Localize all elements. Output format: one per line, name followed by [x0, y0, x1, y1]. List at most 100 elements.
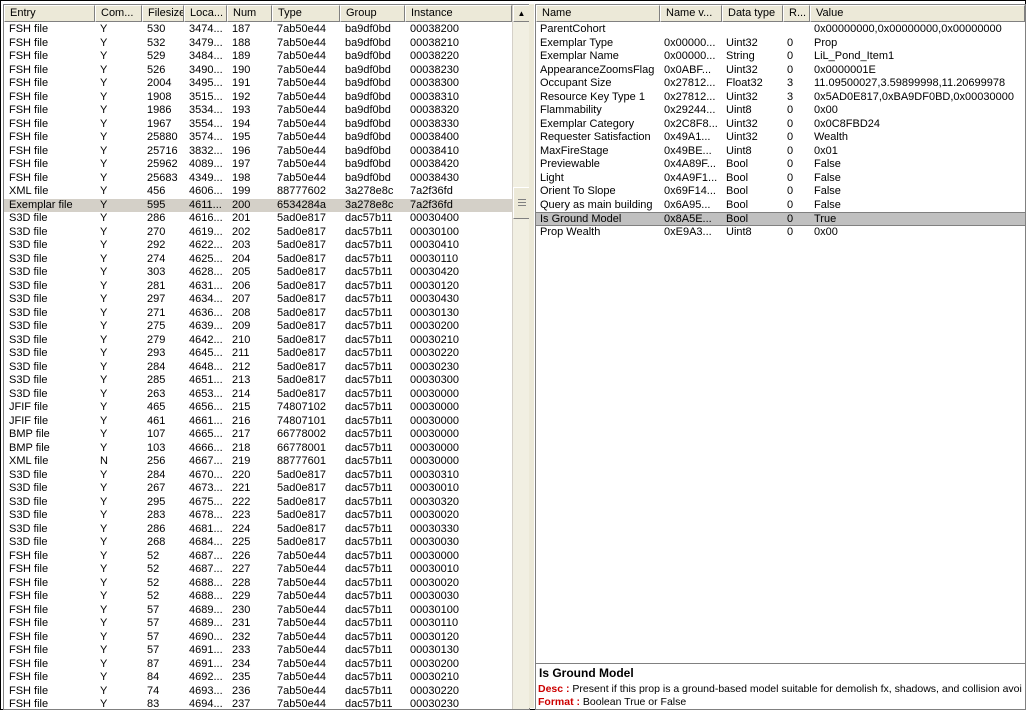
entry-row[interactable]: S3D file Y 295 4675... 222 5ad0e817 dac57b11 00…: [4, 496, 512, 510]
entry-row[interactable]: S3D file Y 283 4678... 223 5ad0e817 dac57b11 00…: [4, 509, 512, 523]
entry-row[interactable]: S3D file Y 268 4684... 225 5ad0e817 dac57b11 00…: [4, 536, 512, 550]
entry-row[interactable]: S3D file Y 284 4670... 220 5ad0e817 dac57b11 00…: [4, 469, 512, 483]
entry-type-cell: FSH file: [9, 50, 49, 62]
column-header-instance[interactable]: Instance: [405, 5, 512, 22]
entry-row[interactable]: S3D file Y 297 4634... 207 5ad0e817 dac57b11 00…: [4, 293, 512, 307]
compressed-cell: Y: [100, 212, 108, 224]
entry-row[interactable]: BMP file Y 103 4666... 218 66778001 dac57b11 00…: [4, 442, 512, 456]
entry-row[interactable]: FSH file Y 532 3479... 188 7ab50e44 ba9df0bd 00…: [4, 37, 512, 51]
group-id-cell: ba9df0bd: [345, 50, 391, 62]
entry-row[interactable]: BMP file Y 107 4665... 217 66778002 dac57b11 00…: [4, 428, 512, 442]
entry-row[interactable]: FSH file Y 57 4689... 230 7ab50e44 dac57b11 000…: [4, 604, 512, 618]
column-header-name[interactable]: Name: [536, 5, 660, 22]
entry-row[interactable]: S3D file Y 267 4673... 221 5ad0e817 dac57b11 00…: [4, 482, 512, 496]
entry-row[interactable]: S3D file Y 274 4625... 204 5ad0e817 dac57b11 00…: [4, 253, 512, 267]
column-header-data-type[interactable]: Data type: [722, 5, 783, 22]
entry-row[interactable]: FSH file Y 52 4688... 228 7ab50e44 dac57b11 000…: [4, 577, 512, 591]
property-row[interactable]: Query as main building 0x6A95... Bool 0 Fals…: [536, 199, 1025, 213]
property-row[interactable]: Light 0x4A9F1... Bool 0 False: [536, 172, 1025, 186]
entry-row[interactable]: FSH file Y 526 3490... 190 7ab50e44 ba9df0bd 00…: [4, 64, 512, 78]
column-header-reps[interactable]: R...: [783, 5, 810, 22]
entry-row[interactable]: FSH file Y 25962 4089... 197 7ab50e44 ba9df0bd…: [4, 158, 512, 172]
entry-row[interactable]: S3D file Y 275 4639... 209 5ad0e817 dac57b11 00…: [4, 320, 512, 334]
entry-row[interactable]: FSH file Y 1908 3515... 192 7ab50e44 ba9df0bd 0…: [4, 91, 512, 105]
column-header-location[interactable]: Loca...: [184, 5, 227, 22]
entry-row[interactable]: FSH file Y 25880 3574... 195 7ab50e44 ba9df0bd…: [4, 131, 512, 145]
property-row[interactable]: ParentCohort 0x00000000,0x00000000,0x0000…: [536, 23, 1025, 37]
entry-row[interactable]: FSH file Y 74 4693... 236 7ab50e44 dac57b11 000…: [4, 685, 512, 699]
entry-row[interactable]: JFIF file Y 461 4661... 216 74807101 dac57b11 0…: [4, 415, 512, 429]
entry-type-cell: S3D file: [9, 360, 48, 373]
entry-row[interactable]: FSH file Y 52 4687... 227 7ab50e44 dac57b11 000…: [4, 563, 512, 577]
entry-row[interactable]: FSH file Y 1986 3534... 193 7ab50e44 ba9df0bd 0…: [4, 104, 512, 118]
property-row[interactable]: Flammability 0x29244... Uint8 0 0x00: [536, 104, 1025, 118]
entry-row[interactable]: Exemplar file Y 595 4611... 200 6534284a 3a278…: [4, 198, 512, 212]
entry-row[interactable]: FSH file Y 529 3484... 189 7ab50e44 ba9df0bd 00…: [4, 50, 512, 64]
entry-row[interactable]: FSH file Y 83 4694... 237 7ab50e44 dac57b11 000…: [4, 698, 512, 709]
pane-splitter[interactable]: [529, 4, 534, 708]
entry-row[interactable]: S3D file Y 286 4681... 224 5ad0e817 dac57b11 00…: [4, 523, 512, 537]
column-header-type[interactable]: Type: [272, 5, 340, 22]
entry-row[interactable]: XML file Y 456 4606... 199 88777602 3a278e8c 7a…: [4, 185, 512, 199]
entry-row[interactable]: S3D file Y 303 4628... 205 5ad0e817 dac57b11 00…: [4, 266, 512, 280]
entry-row[interactable]: S3D file Y 279 4642... 210 5ad0e817 dac57b11 00…: [4, 334, 512, 348]
property-row[interactable]: Resource Key Type 1 0x27812... Uint32 3 0x5A…: [536, 91, 1025, 105]
column-header-num[interactable]: Num: [227, 5, 272, 22]
entry-row[interactable]: FSH file Y 2004 3495... 191 7ab50e44 ba9df0bd 0…: [4, 77, 512, 91]
property-row[interactable]: Occupant Size 0x27812... Float32 3 11.095000…: [536, 77, 1025, 91]
property-row[interactable]: Exemplar Name 0x00000... String 0 LiL_Pond_I…: [536, 50, 1025, 64]
entry-row[interactable]: FSH file Y 530 3474... 187 7ab50e44 ba9df0bd 00…: [4, 23, 512, 37]
entry-row[interactable]: FSH file Y 57 4690... 232 7ab50e44 dac57b11 000…: [4, 631, 512, 645]
location-cell: 4681...: [189, 522, 223, 535]
entry-row[interactable]: FSH file Y 84 4692... 235 7ab50e44 dac57b11 000…: [4, 671, 512, 685]
location-cell: 4616...: [189, 212, 223, 224]
location-cell: 4349...: [189, 171, 223, 184]
entry-row[interactable]: S3D file Y 270 4619... 202 5ad0e817 dac57b11 00…: [4, 226, 512, 240]
property-row[interactable]: Is Ground Model 0x8A5E... Bool 0 True: [536, 212, 1025, 226]
location-cell: 4688...: [189, 576, 223, 589]
entry-row[interactable]: FSH file Y 52 4688... 229 7ab50e44 dac57b11 000…: [4, 590, 512, 604]
column-header-value[interactable]: Value: [810, 5, 1025, 22]
property-row[interactable]: Exemplar Type 0x00000... Uint32 0 Prop: [536, 37, 1025, 51]
property-row[interactable]: Orient To Slope 0x69F14... Bool 0 False: [536, 185, 1025, 199]
column-header-compressed[interactable]: Com...: [95, 5, 142, 22]
filesize-cell: 284: [147, 360, 166, 373]
scroll-thumb[interactable]: [513, 187, 529, 219]
property-row[interactable]: Exemplar Category 0x2C8F8... Uint32 0 0x0C8F…: [536, 118, 1025, 132]
entry-row[interactable]: FSH file Y 52 4687... 226 7ab50e44 dac57b11 000…: [4, 550, 512, 564]
column-header-name-value[interactable]: Name v...: [660, 5, 722, 22]
entry-row[interactable]: S3D file Y 285 4651... 213 5ad0e817 dac57b11 00…: [4, 374, 512, 388]
column-header-filesize[interactable]: Filesize: [142, 5, 184, 22]
entry-row[interactable]: FSH file Y 25716 3832... 196 7ab50e44 ba9df0bd…: [4, 145, 512, 159]
entry-row[interactable]: S3D file Y 284 4648... 212 5ad0e817 dac57b11 00…: [4, 361, 512, 375]
entry-type-cell: FSH file: [9, 131, 49, 143]
column-header-group[interactable]: Group: [340, 5, 405, 22]
entry-row[interactable]: FSH file Y 87 4691... 234 7ab50e44 dac57b11 000…: [4, 658, 512, 672]
entry-row[interactable]: XML file N 256 4667... 219 88777601 dac57b11 00…: [4, 455, 512, 469]
entry-row[interactable]: FSH file Y 57 4689... 231 7ab50e44 dac57b11 000…: [4, 617, 512, 631]
entry-row[interactable]: JFIF file Y 465 4656... 215 74807102 dac57b11 0…: [4, 401, 512, 415]
property-row[interactable]: Requester Satisfaction 0x49A1... Uint32 0 We…: [536, 131, 1025, 145]
entry-row[interactable]: FSH file Y 57 4691... 233 7ab50e44 dac57b11 000…: [4, 644, 512, 658]
entry-row[interactable]: S3D file Y 293 4645... 211 5ad0e817 dac57b11 00…: [4, 347, 512, 361]
entry-row[interactable]: S3D file Y 263 4653... 214 5ad0e817 dac57b11 00…: [4, 388, 512, 402]
filesize-cell: 1986: [147, 104, 172, 116]
num-cell: 200: [232, 198, 251, 211]
location-cell: 4689...: [189, 603, 223, 616]
entry-row[interactable]: FSH file Y 25683 4349... 198 7ab50e44 ba9df0bd…: [4, 172, 512, 186]
property-row[interactable]: MaxFireStage 0x49BE... Uint8 0 0x01: [536, 145, 1025, 159]
num-cell: 210: [232, 333, 251, 346]
filesize-cell: 57: [147, 630, 160, 643]
entry-list-scrollbar[interactable]: ▲: [512, 5, 529, 709]
property-row[interactable]: Prop Wealth 0xE9A3... Uint8 0 0x00: [536, 226, 1025, 240]
entry-row[interactable]: FSH file Y 1967 3554... 194 7ab50e44 ba9df0bd 0…: [4, 118, 512, 132]
scroll-up-button[interactable]: ▲: [513, 5, 529, 22]
entry-type-cell: S3D file: [9, 387, 48, 400]
entry-row[interactable]: S3D file Y 271 4636... 208 5ad0e817 dac57b11 00…: [4, 307, 512, 321]
entry-row[interactable]: S3D file Y 281 4631... 206 5ad0e817 dac57b11 00…: [4, 280, 512, 294]
entry-row[interactable]: S3D file Y 286 4616... 201 5ad0e817 dac57b11 00…: [4, 212, 512, 226]
property-row[interactable]: Previewable 0x4A89F... Bool 0 False: [536, 158, 1025, 172]
entry-row[interactable]: S3D file Y 292 4622... 203 5ad0e817 dac57b11 00…: [4, 239, 512, 253]
column-header-entry[interactable]: Entry: [4, 5, 95, 22]
property-row[interactable]: AppearanceZoomsFlag 0x0ABF... Uint32 0 0x000…: [536, 64, 1025, 78]
